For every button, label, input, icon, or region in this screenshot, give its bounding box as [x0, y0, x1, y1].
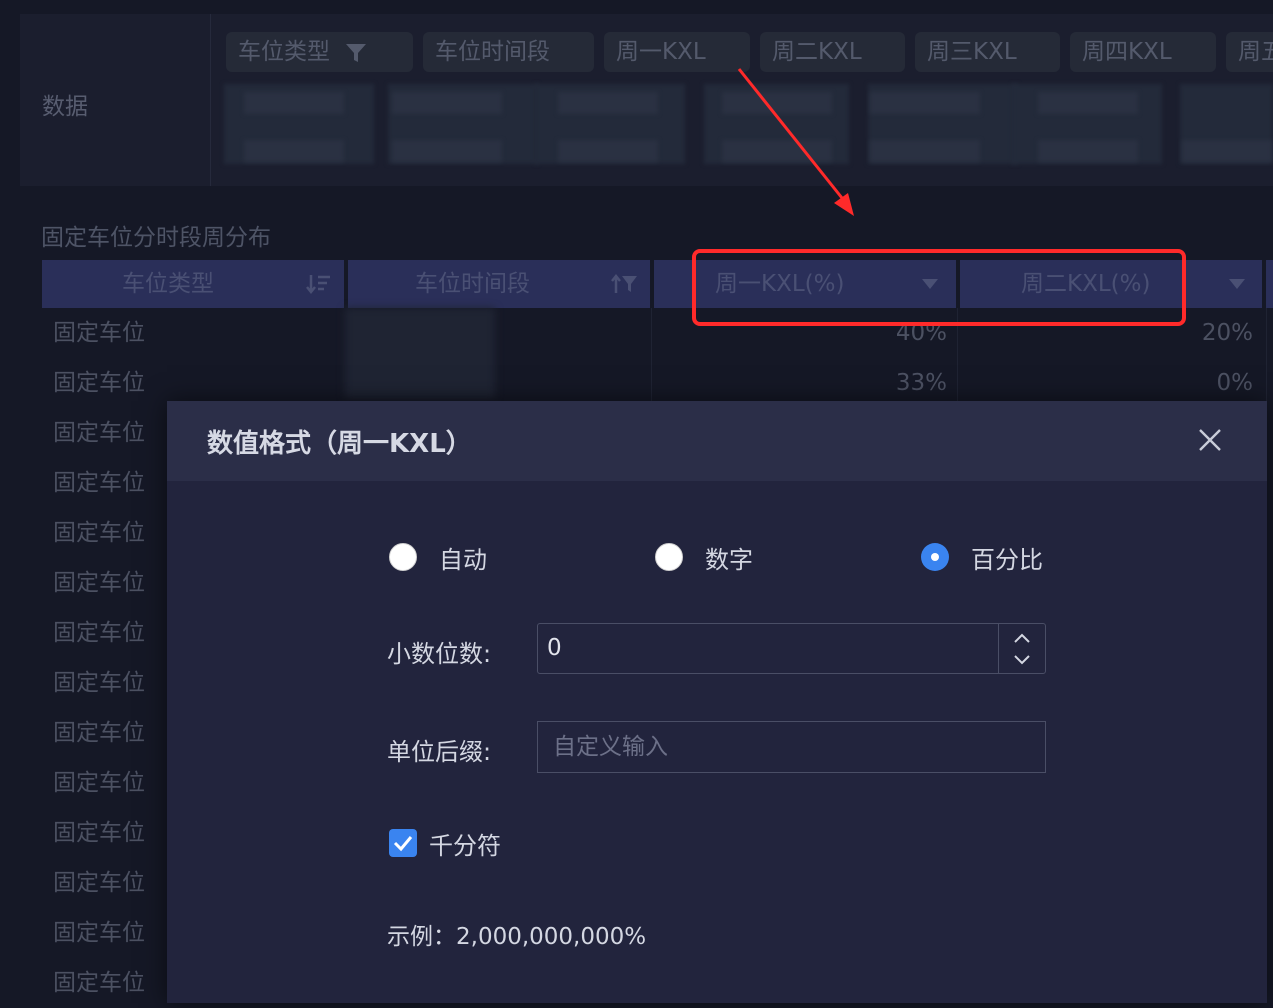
cell-parking-type: 固定车位	[53, 820, 145, 846]
decimal-places-label: 小数位数:	[387, 640, 492, 668]
decimal-places-stepper[interactable]: 0	[537, 623, 1046, 674]
blurred-field	[392, 140, 502, 162]
cell-parking-type: 固定车位	[53, 720, 145, 746]
cell-parking-type: 固定车位	[53, 470, 145, 496]
blurred-field	[244, 92, 344, 114]
chevron-down-icon[interactable]	[1013, 654, 1031, 666]
cell-parking-type: 固定车位	[53, 620, 145, 646]
column-header-label: 车位类型	[122, 271, 214, 297]
blurred-field	[558, 140, 658, 162]
cell-parking-type: 固定车位	[53, 570, 145, 596]
checkmark-icon	[393, 836, 413, 852]
cell-parking-type: 固定车位	[53, 320, 145, 346]
stepper-buttons	[998, 624, 1045, 673]
field-chip-parking-type[interactable]: 车位类型	[226, 32, 413, 72]
cell-parking-type: 固定车位	[53, 870, 145, 896]
blurred-field	[722, 92, 832, 114]
chip-label: 车位时间段	[435, 39, 550, 65]
cell-parking-type: 固定车位	[53, 770, 145, 796]
data-panel-label: 数据	[42, 94, 88, 120]
blurred-field	[1038, 140, 1138, 162]
blurred-field	[558, 92, 658, 114]
field-chip-wed[interactable]: 周三KXL	[915, 32, 1060, 72]
chevron-up-icon[interactable]	[1013, 632, 1031, 644]
blurred-field	[244, 140, 344, 162]
chip-label: 周四KXL	[1082, 39, 1172, 65]
radio-circle[interactable]	[921, 543, 949, 571]
unit-suffix-placeholder: 自定义输入	[553, 734, 668, 760]
column-header-label: 车位时间段	[415, 271, 530, 297]
report-title: 固定车位分时段周分布	[41, 225, 271, 251]
cell-parking-type: 固定车位	[53, 670, 145, 696]
blurred-field	[870, 92, 980, 114]
field-chip-fri[interactable]: 周五	[1226, 32, 1273, 72]
cell-parking-type: 固定车位	[53, 420, 145, 446]
cell-tue-value: 20%	[1201, 320, 1253, 346]
chip-label: 周五	[1238, 39, 1273, 65]
radio-circle[interactable]	[389, 543, 417, 571]
field-chip-tue[interactable]: 周二KXL	[760, 32, 905, 72]
chip-label: 周二KXL	[772, 39, 862, 65]
field-chip-time-slot[interactable]: 车位时间段	[423, 32, 594, 72]
cell-parking-type: 固定车位	[53, 970, 145, 996]
column-header-label: 周一KXL(%)	[715, 271, 845, 297]
sort-filter-icon[interactable]	[611, 273, 639, 295]
annotation-arrow-head	[834, 193, 854, 216]
chip-label: 周三KXL	[927, 39, 1017, 65]
data-field-panel: 数据 车位类型 车位时间段 周一KXL 周二KXL 周三KXL 周四KXL 周五	[20, 14, 1273, 186]
number-format-dialog: 数值格式（周一KXL） 自动 数字 百分比 小数位数: 0 单位后缀: 自定义输…	[167, 401, 1267, 1003]
field-chip-mon[interactable]: 周一KXL	[604, 32, 750, 72]
field-chip-thu[interactable]: 周四KXL	[1070, 32, 1216, 72]
cell-parking-type: 固定车位	[53, 370, 145, 396]
dialog-title: 数值格式（周一KXL）	[207, 429, 472, 459]
dialog-header: 数值格式（周一KXL）	[167, 401, 1267, 481]
column-header-label: 周二KXL(%)	[1021, 271, 1151, 297]
blurred-field	[1038, 92, 1138, 114]
unit-suffix-input[interactable]: 自定义输入	[537, 721, 1046, 773]
blurred-field	[1182, 140, 1272, 162]
table-header: 车位类型 车位时间段 周一KXL(%) 周二KXL(%)	[42, 260, 1273, 308]
radio-label: 自动	[439, 546, 487, 574]
filter-icon	[346, 43, 367, 62]
close-icon[interactable]	[1197, 427, 1223, 453]
blurred-field	[392, 92, 502, 114]
dropdown-caret-icon[interactable]	[1228, 278, 1246, 290]
thousands-separator-checkbox[interactable]	[389, 829, 417, 857]
radio-label: 百分比	[971, 546, 1043, 574]
format-example: 示例：2,000,000,000%	[387, 924, 647, 950]
decimal-places-value[interactable]: 0	[547, 624, 562, 673]
blurred-field	[870, 140, 980, 162]
dropdown-caret-icon[interactable]	[921, 278, 939, 290]
column-header-tue[interactable]: 周二KXL(%)	[960, 260, 1262, 308]
cell-parking-type: 固定车位	[53, 520, 145, 546]
unit-suffix-label: 单位后缀:	[387, 738, 492, 766]
column-header-parking-type[interactable]: 车位类型	[42, 260, 344, 308]
chip-label: 车位类型	[238, 39, 330, 65]
radio-label: 数字	[705, 546, 753, 574]
cell-parking-type: 固定车位	[53, 920, 145, 946]
chip-label: 周一KXL	[616, 39, 706, 65]
thousands-separator-label: 千分符	[429, 832, 501, 860]
table-row: 固定车位 40% 20%	[42, 308, 1273, 358]
radio-circle[interactable]	[655, 543, 683, 571]
panel-divider	[210, 14, 211, 186]
sort-desc-icon[interactable]	[306, 273, 332, 295]
column-header-mon[interactable]: 周一KXL(%)	[654, 260, 956, 308]
cell-mon-value: 40%	[895, 320, 947, 346]
column-header-next	[1266, 260, 1273, 308]
blurred-field	[722, 140, 832, 162]
column-header-time-slot[interactable]: 车位时间段	[348, 260, 650, 308]
